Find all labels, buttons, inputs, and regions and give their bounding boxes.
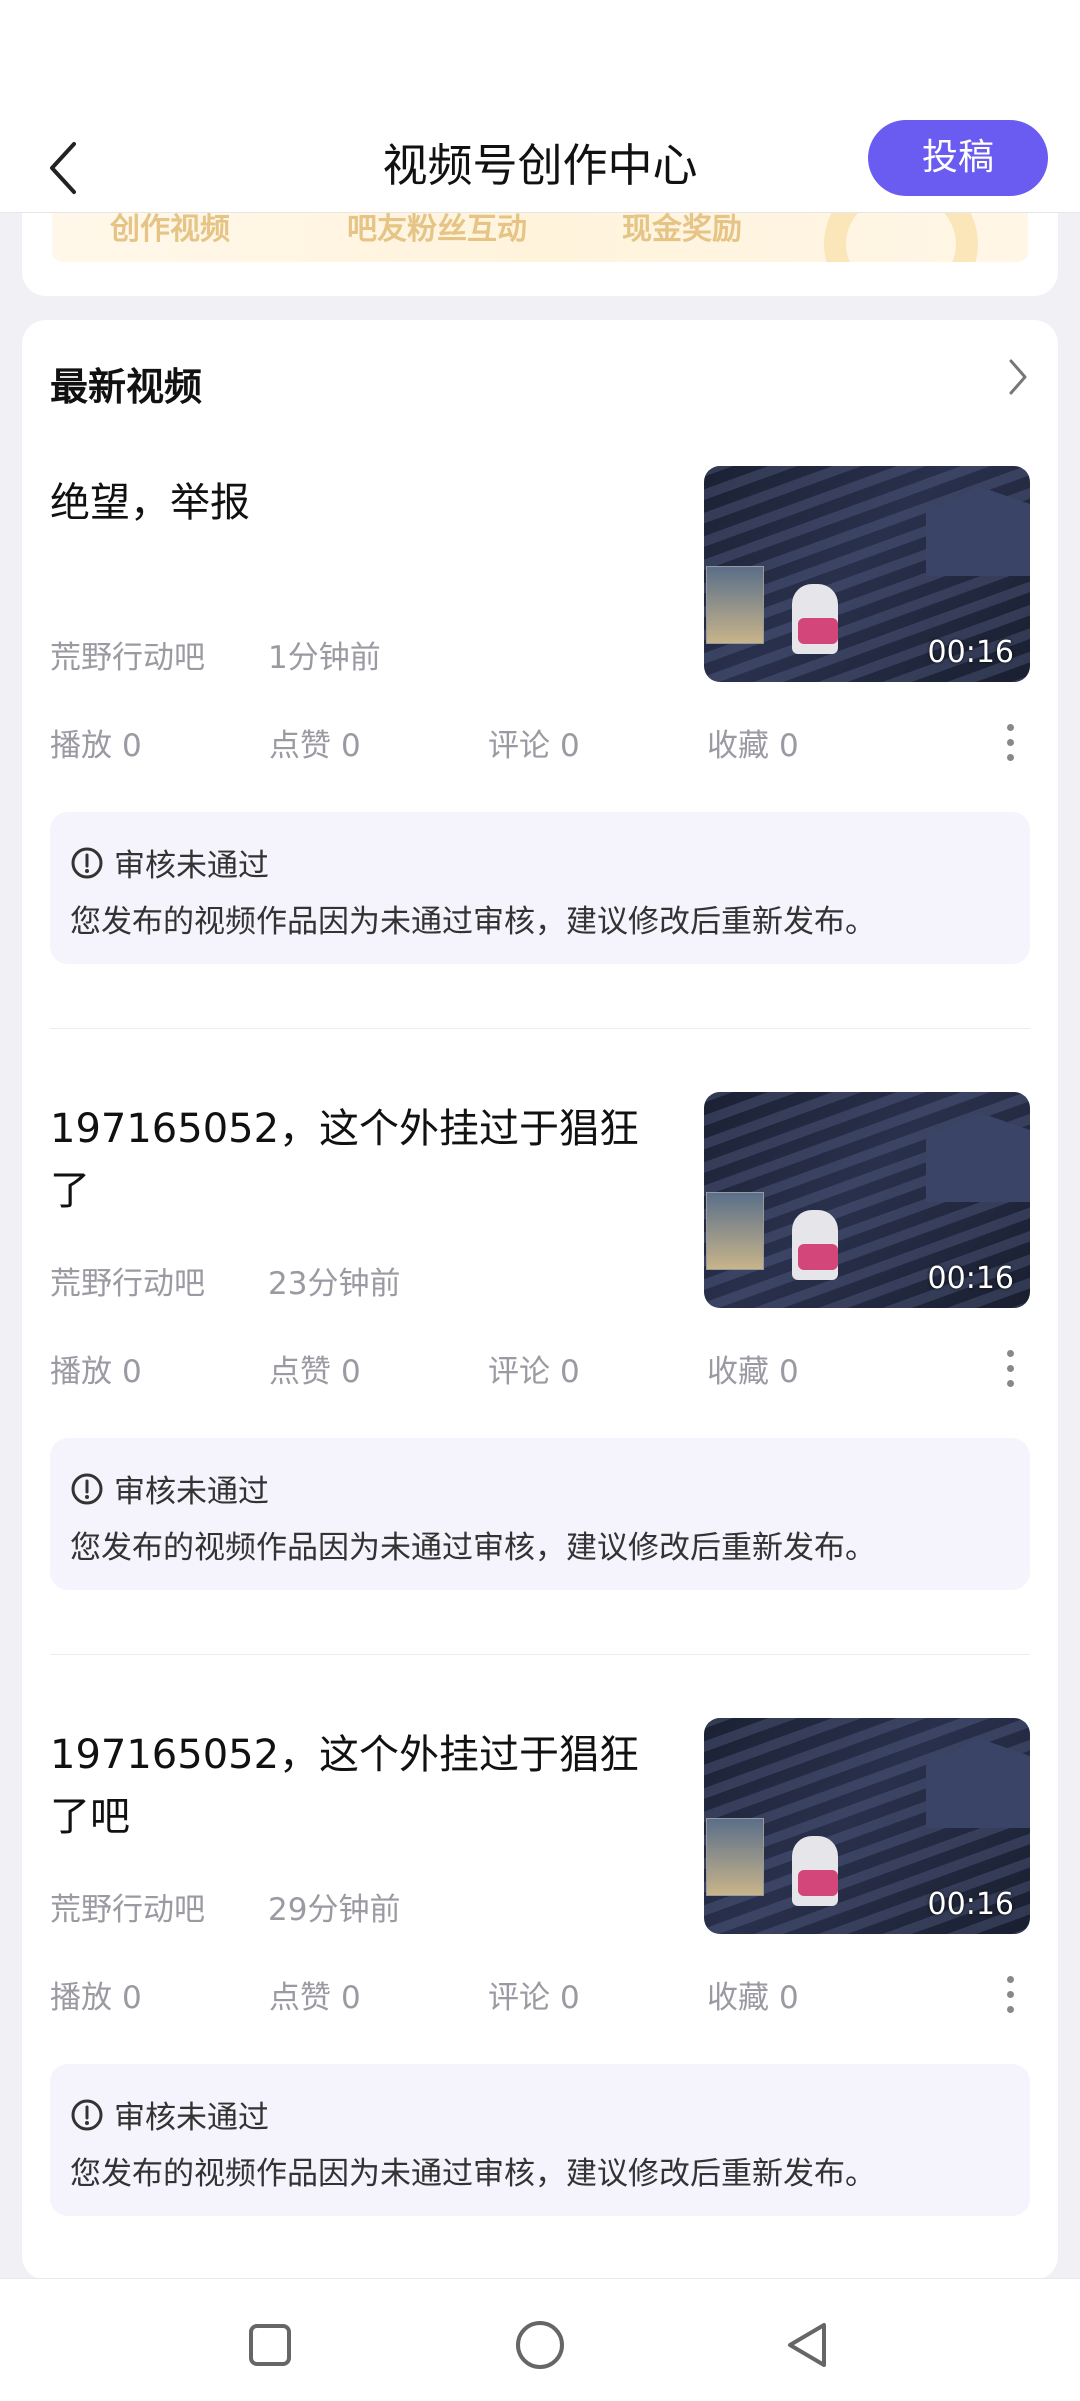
video-thumbnail[interactable]: 00:16 xyxy=(704,1718,1030,1934)
video-stats: 播放 0 点赞 0 评论 0 收藏 0 xyxy=(50,1346,1030,1396)
play-count: 播放 0 xyxy=(50,1980,142,2016)
home-icon xyxy=(516,2321,564,2369)
video-stats: 播放 0 点赞 0 评论 0 收藏 0 xyxy=(50,720,1030,770)
video-stats: 播放 0 点赞 0 评论 0 收藏 0 xyxy=(50,1972,1030,2022)
video-duration: 00:16 xyxy=(927,1261,1014,1296)
video-title[interactable]: 绝望，举报 xyxy=(50,472,670,534)
thumbnail-character xyxy=(792,1210,838,1280)
favorite-count: 收藏 0 xyxy=(707,1980,799,2016)
alert-circle-icon xyxy=(71,2099,103,2131)
video-time: 1分钟前 xyxy=(268,640,381,676)
thumbnail-minimap xyxy=(706,1192,764,1270)
like-count: 点赞 0 xyxy=(269,1980,361,2016)
comment-count: 评论 0 xyxy=(488,1980,580,2016)
section-title: 最新视频 xyxy=(50,365,203,409)
play-count: 播放 0 xyxy=(50,728,142,764)
latest-videos-card: 最新视频 绝望，举报 00:16 荒野行动吧 1分钟前 播放 0 点赞 0 评论 0 … xyxy=(22,320,1058,2280)
section-header[interactable]: 最新视频 xyxy=(22,320,1058,440)
video-time: 29分钟前 xyxy=(268,1892,401,1928)
banner-item: 吧友粉丝互动 xyxy=(347,212,527,247)
video-title[interactable]: 197165052，这个外挂过于猖狂了吧 xyxy=(50,1724,670,1848)
review-status-desc: 您发布的视频作品因为未通过审核，建议修改后重新发布。 xyxy=(70,2156,876,2192)
video-duration: 00:16 xyxy=(927,1887,1014,1922)
video-item[interactable]: 197165052，这个外挂过于猖狂了 00:16 荒野行动吧 23分钟前 播放… xyxy=(22,1092,1058,1724)
banner-strip: 创作视频 吧友粉丝互动 现金奖励 xyxy=(52,212,1028,262)
comment-count: 评论 0 xyxy=(488,1354,580,1390)
favorite-count: 收藏 0 xyxy=(707,1354,799,1390)
divider xyxy=(50,1654,1030,1655)
status-bar xyxy=(0,0,1080,120)
top-app-bar: 视频号创作中心 投稿 xyxy=(0,120,1080,213)
thumbnail-character xyxy=(792,1836,838,1906)
thumbnail-character xyxy=(792,584,838,654)
review-status-desc: 您发布的视频作品因为未通过审核，建议修改后重新发布。 xyxy=(70,1530,876,1566)
alert-circle-icon xyxy=(71,847,103,879)
review-status-desc: 您发布的视频作品因为未通过审核，建议修改后重新发布。 xyxy=(70,904,876,940)
coin-decoration-icon xyxy=(824,212,978,262)
banner-item: 创作视频 xyxy=(110,212,230,247)
review-status-title: 审核未通过 xyxy=(114,1474,269,1510)
banner-item: 现金奖励 xyxy=(622,212,742,247)
more-vertical-icon[interactable] xyxy=(990,714,1030,770)
play-count: 播放 0 xyxy=(50,1354,142,1390)
favorite-count: 收藏 0 xyxy=(707,728,799,764)
section-more-button[interactable] xyxy=(998,352,1038,402)
review-status-box: 审核未通过 您发布的视频作品因为未通过审核，建议修改后重新发布。 xyxy=(50,1438,1030,1590)
creator-banner[interactable]: 创作视频 吧友粉丝互动 现金奖励 xyxy=(22,212,1058,296)
back-arrow-icon xyxy=(50,142,76,194)
recent-apps-icon xyxy=(249,2324,291,2366)
thumbnail-minimap xyxy=(706,566,764,644)
video-title[interactable]: 197165052，这个外挂过于猖狂了 xyxy=(50,1098,670,1222)
review-status-title: 审核未通过 xyxy=(114,848,269,884)
back-button[interactable] xyxy=(24,128,104,208)
review-status-box: 审核未通过 您发布的视频作品因为未通过审核，建议修改后重新发布。 xyxy=(50,812,1030,964)
divider xyxy=(50,1028,1030,1029)
home-button[interactable] xyxy=(500,2305,580,2385)
more-vertical-icon[interactable] xyxy=(990,1966,1030,2022)
video-duration: 00:16 xyxy=(927,635,1014,670)
video-time: 23分钟前 xyxy=(268,1266,401,1302)
system-navigation-bar xyxy=(0,2278,1080,2401)
like-count: 点赞 0 xyxy=(269,1354,361,1390)
recent-apps-button[interactable] xyxy=(230,2305,310,2385)
video-thumbnail[interactable]: 00:16 xyxy=(704,466,1030,682)
review-status-box: 审核未通过 您发布的视频作品因为未通过审核，建议修改后重新发布。 xyxy=(50,2064,1030,2216)
more-vertical-icon[interactable] xyxy=(990,1340,1030,1396)
alert-circle-icon xyxy=(71,1473,103,1505)
back-triangle-icon xyxy=(788,2323,826,2367)
submit-video-button[interactable]: 投稿 xyxy=(868,120,1048,196)
thumbnail-minimap xyxy=(706,1818,764,1896)
system-back-button[interactable] xyxy=(768,2305,848,2385)
video-item[interactable]: 197165052，这个外挂过于猖狂了吧 00:16 荒野行动吧 29分钟前 播… xyxy=(22,1718,1058,2350)
review-status-title: 审核未通过 xyxy=(114,2100,269,2136)
like-count: 点赞 0 xyxy=(269,728,361,764)
video-source[interactable]: 荒野行动吧 xyxy=(50,1884,205,1929)
comment-count: 评论 0 xyxy=(488,728,580,764)
video-thumbnail[interactable]: 00:16 xyxy=(704,1092,1030,1308)
chevron-right-icon xyxy=(1009,359,1027,395)
video-source[interactable]: 荒野行动吧 xyxy=(50,632,205,677)
video-item[interactable]: 绝望，举报 00:16 荒野行动吧 1分钟前 播放 0 点赞 0 评论 0 收藏 0 审… xyxy=(22,466,1058,1098)
video-source[interactable]: 荒野行动吧 xyxy=(50,1258,205,1303)
